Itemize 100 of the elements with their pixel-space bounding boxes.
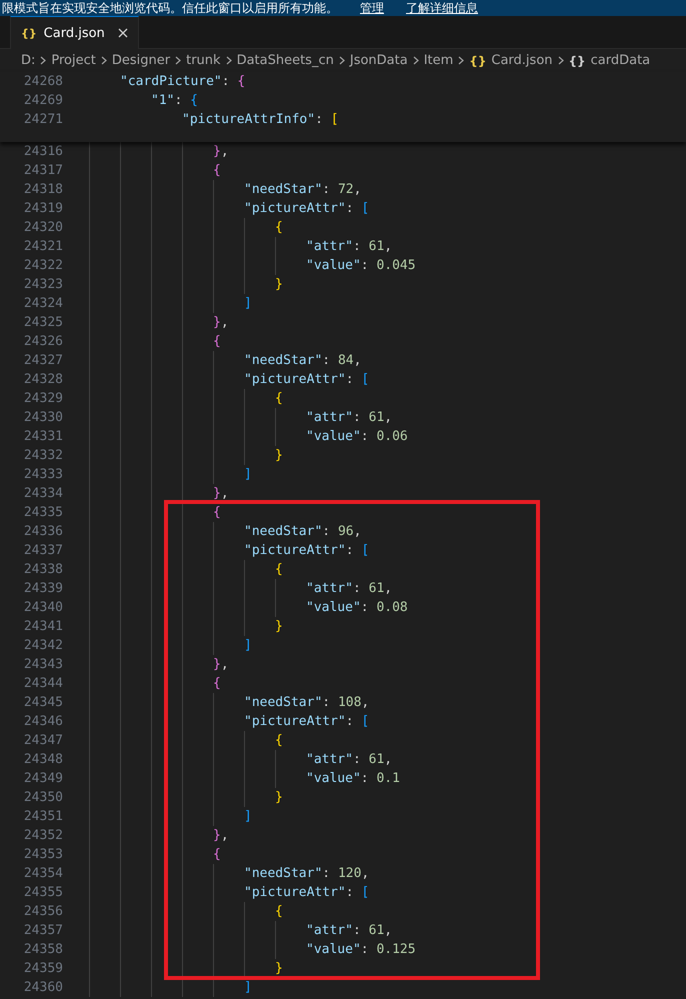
code-line: { xyxy=(275,219,283,237)
line-number: 24356 xyxy=(22,904,63,919)
line-number: 24343 xyxy=(22,657,63,672)
line-number: 24331 xyxy=(22,429,63,444)
chevron-right-icon xyxy=(412,56,419,65)
close-icon[interactable] xyxy=(118,28,128,38)
breadcrumb-item[interactable]: D: xyxy=(21,53,36,68)
code-line: "value": 0.08 xyxy=(306,599,408,617)
banner-link[interactable]: 管理 xyxy=(360,1,384,15)
code-line: { xyxy=(213,162,221,180)
line-number: 24353 xyxy=(22,847,63,862)
code-line: { xyxy=(213,504,221,522)
chevron-right-icon xyxy=(558,56,564,65)
chevron-right-icon xyxy=(175,56,182,65)
line-number: 24323 xyxy=(22,277,63,292)
code-line: "attr": 61, xyxy=(306,409,392,427)
line-number: 24333 xyxy=(22,467,63,482)
breadcrumb-item[interactable]: Item xyxy=(424,53,454,68)
breadcrumb-item[interactable]: trunk xyxy=(186,53,221,68)
line-number: 24359 xyxy=(22,961,63,976)
breadcrumb-item[interactable]: Designer xyxy=(112,53,170,68)
code-line: }, xyxy=(213,656,229,674)
breadcrumb-item[interactable]: JsonData xyxy=(350,53,408,68)
chevron-right-icon xyxy=(458,56,464,65)
line-number: 24335 xyxy=(22,505,63,520)
line-number: 24316 xyxy=(22,144,63,159)
line-number: 24352 xyxy=(22,828,63,843)
banner-link[interactable]: 了解详细信息 xyxy=(406,1,478,15)
line-number: 24345 xyxy=(22,695,63,710)
line-number: 24321 xyxy=(22,239,63,254)
line-number: 24317 xyxy=(22,163,63,178)
code-line: "1": { xyxy=(151,92,198,110)
code-line: { xyxy=(275,561,283,579)
code-line: } xyxy=(275,789,283,807)
line-number: 24346 xyxy=(22,714,63,729)
breadcrumb-item[interactable]: Project xyxy=(51,53,96,68)
code-line: { xyxy=(213,846,221,864)
code-line: { xyxy=(213,333,221,351)
code-line: ] xyxy=(244,295,252,313)
code-line: }, xyxy=(213,314,229,332)
line-number: 24357 xyxy=(22,923,63,938)
code-line: "needStar": 84, xyxy=(244,352,362,370)
code-line: ] xyxy=(244,979,252,997)
code-line: { xyxy=(275,903,283,921)
line-number: 24324 xyxy=(22,296,63,311)
line-number: 24341 xyxy=(22,619,63,634)
code-line: "pictureAttr": [ xyxy=(244,200,370,218)
code-line: "pictureAttrInfo": [ xyxy=(182,111,339,129)
code-line: "needStar": 120, xyxy=(244,865,370,883)
code-line: "value": 0.1 xyxy=(306,770,400,788)
line-number: 24339 xyxy=(22,581,63,596)
code-line: ] xyxy=(244,466,252,484)
code-line: "attr": 61, xyxy=(306,751,392,769)
code-line: ] xyxy=(244,637,252,655)
code-line: } xyxy=(275,276,283,294)
line-number: 24318 xyxy=(22,182,63,197)
line-number: 24322 xyxy=(22,258,63,273)
code-line: "needStar": 108, xyxy=(244,694,370,712)
editor-tab[interactable]: {} Card.json xyxy=(10,16,139,49)
breadcrumb-item[interactable]: Card.json xyxy=(491,53,553,68)
code-line: } xyxy=(275,618,283,636)
code-line: "pictureAttr": [ xyxy=(244,713,370,731)
code-line: "pictureAttr": [ xyxy=(244,371,370,389)
line-number: 24338 xyxy=(22,562,63,577)
code-line: "attr": 61, xyxy=(306,580,392,598)
code-line: "value": 0.125 xyxy=(306,941,416,959)
line-number: 24320 xyxy=(22,220,63,235)
line-number: 24354 xyxy=(22,866,63,881)
line-number: 24330 xyxy=(22,410,63,425)
braces-icon: {} xyxy=(568,54,586,68)
code-line: "needStar": 72, xyxy=(244,181,362,199)
code-line: { xyxy=(275,732,283,750)
code-line: "cardPicture": { xyxy=(120,73,246,91)
code-line: "pictureAttr": [ xyxy=(244,884,370,902)
line-number: 24342 xyxy=(22,638,63,653)
code-line: "value": 0.045 xyxy=(306,257,416,275)
line-number: 24325 xyxy=(22,315,63,330)
line-number: 24340 xyxy=(22,600,63,615)
line-number: 24349 xyxy=(22,771,63,786)
line-number: 24328 xyxy=(22,372,63,387)
line-number: 24329 xyxy=(22,391,63,406)
code-line: { xyxy=(213,675,221,693)
code-line: "value": 0.06 xyxy=(306,428,408,446)
line-number: 24360 xyxy=(22,980,63,995)
breadcrumb-item[interactable]: cardData xyxy=(590,53,650,68)
line-number: 24347 xyxy=(22,733,63,748)
code-line: }, xyxy=(213,143,229,161)
breadcrumb-item[interactable]: DataSheets_cn xyxy=(236,53,334,68)
json-file-icon: {} xyxy=(21,26,37,40)
tab-label: Card.json xyxy=(44,26,105,40)
line-number: 24334 xyxy=(22,486,63,501)
code-line: "needStar": 96, xyxy=(244,523,362,541)
braces-icon: {} xyxy=(469,54,486,68)
line-number: 24269 xyxy=(22,93,63,108)
code-line: } xyxy=(275,960,283,978)
line-number: 24336 xyxy=(22,524,63,539)
chevron-right-icon xyxy=(40,56,46,65)
line-number: 24344 xyxy=(22,676,63,691)
code-line: "pictureAttr": [ xyxy=(244,542,370,560)
code-line: }, xyxy=(213,827,229,845)
